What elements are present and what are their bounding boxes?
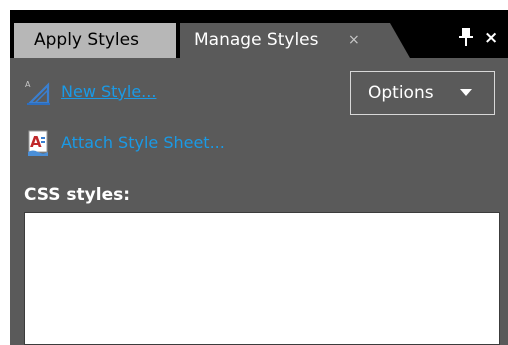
css-styles-label: CSS styles: <box>24 185 131 205</box>
new-style-link[interactable]: New Style... <box>61 78 156 106</box>
pushpin-icon[interactable] <box>458 27 474 47</box>
svg-text:A: A <box>30 133 42 151</box>
close-icon[interactable]: × <box>484 28 498 48</box>
dropdown-arrow-icon <box>460 89 472 96</box>
attach-stylesheet-icon: A <box>24 129 52 157</box>
tab-manage-styles-label: Manage Styles <box>194 30 319 50</box>
new-style-icon: A <box>24 78 52 106</box>
svg-text:A: A <box>25 80 31 89</box>
tab-close-icon[interactable]: × <box>348 23 360 58</box>
manage-styles-panel: Apply Styles Manage Styles × × A New Sty… <box>10 10 508 345</box>
tab-apply-styles[interactable]: Apply Styles <box>14 23 176 58</box>
css-styles-list[interactable] <box>24 212 500 345</box>
options-dropdown-button[interactable]: Options <box>350 71 495 115</box>
attach-style-sheet-link[interactable]: Attach Style Sheet... <box>61 129 225 157</box>
tab-bar: Apply Styles Manage Styles × × <box>10 10 508 58</box>
options-label: Options <box>368 83 434 103</box>
tab-apply-styles-label: Apply Styles <box>34 30 139 50</box>
tab-manage-styles[interactable]: Manage Styles × <box>180 23 410 58</box>
